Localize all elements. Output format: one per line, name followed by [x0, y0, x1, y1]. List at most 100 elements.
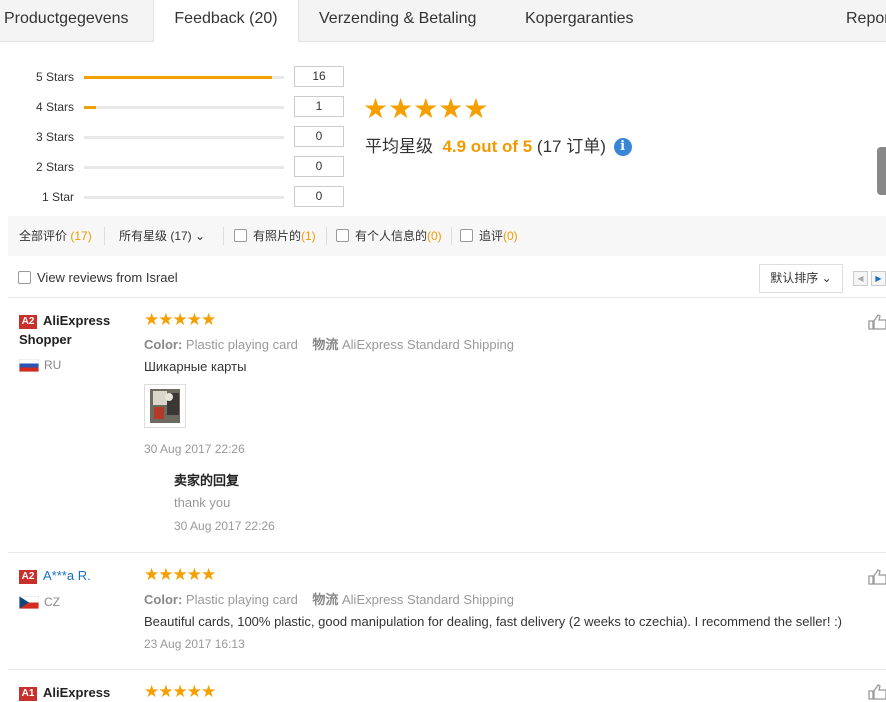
prev-page-button[interactable]: ◀ — [853, 271, 868, 286]
rating-count: 16 — [294, 66, 344, 87]
tab-buyer-protection[interactable]: Kopergaranties — [525, 0, 634, 41]
average-score: 4.9 out of 5 — [442, 137, 533, 156]
rating-label: 1 Star — [41, 190, 74, 204]
rating-count: 0 — [294, 186, 344, 207]
reviewer-country: CZ — [44, 595, 60, 609]
review-date: 23 Aug 2017 16:13 — [144, 637, 245, 651]
shipping-label: 物流 — [312, 337, 339, 352]
color-value: Plastic playing card — [185, 592, 298, 607]
country-filter[interactable]: View reviews from Israel — [18, 270, 178, 285]
color-value: Plastic playing card — [185, 337, 298, 352]
filter-with-photos[interactable]: 有照片的(1) — [234, 216, 316, 256]
color-label: Color: — [144, 337, 183, 352]
tab-report[interactable]: Repor — [846, 0, 886, 41]
review-text: Beautiful cards, 100% plastic, good mani… — [144, 614, 843, 629]
divider — [223, 227, 224, 245]
follow-up-checkbox[interactable] — [460, 229, 473, 242]
country-filter-label: View reviews from Israel — [37, 270, 178, 285]
seller-reply-text: thank you — [174, 495, 231, 510]
rating-bar — [84, 166, 284, 169]
rating-bar — [84, 136, 284, 139]
country-filter-checkbox[interactable] — [18, 271, 31, 284]
reviewer-name-line1: AliExpress — [43, 313, 111, 328]
tab-product-details[interactable]: Productgegevens — [4, 0, 129, 41]
russia-flag-icon — [19, 359, 39, 372]
buyer-level-badge: A1 — [19, 687, 37, 701]
filter-all[interactable]: 全部评价 (17) — [19, 216, 92, 256]
star-filter-dropdown[interactable]: 所有星级 (17) ⌄ — [119, 216, 205, 256]
filter-all-label: 全部评价 — [19, 229, 68, 243]
reviewer-name[interactable]: A2 A***a R. — [19, 566, 91, 585]
info-icon[interactable]: i — [613, 138, 632, 156]
color-label: Color: — [144, 592, 183, 607]
seller-reply-title: 卖家的回复 — [174, 473, 240, 488]
rating-count: 0 — [294, 126, 344, 147]
czech-flag-icon — [19, 596, 39, 609]
follow-up-count: (0) — [503, 229, 518, 243]
thumbs-up-icon[interactable] — [868, 569, 886, 585]
review-stars-icon: ★★★★★ — [144, 310, 216, 329]
filter-all-count: (17) — [70, 229, 92, 243]
average-rating: 平均星级 4.9 out of 5 (17 订单) i — [365, 132, 632, 157]
star-filter-label: 所有星级 (17) — [119, 229, 192, 243]
filter-follow-up[interactable]: 追评(0) — [460, 216, 518, 256]
tab-feedback[interactable]: Feedback (20) — [153, 0, 299, 42]
personal-info-label: 有个人信息的 — [355, 229, 428, 243]
chevron-down-icon: ⌄ — [821, 271, 832, 285]
divider — [8, 297, 886, 298]
personal-info-count: (0) — [427, 229, 442, 243]
reviewer-name: A2 AliExpress Shopper — [19, 311, 110, 349]
review-text: Шикарные карты — [144, 359, 247, 374]
rating-label: 4 Stars — [35, 100, 74, 114]
average-stars-icon: ★★★★★ — [363, 93, 489, 124]
rating-bar-fill — [84, 106, 96, 109]
photos-checkbox[interactable] — [234, 229, 247, 242]
reviewer-name-line1: AliExpress — [43, 685, 111, 700]
reviewer-name-line2: Shopper — [19, 332, 72, 347]
personal-info-checkbox[interactable] — [336, 229, 349, 242]
order-count: (17 订单) — [536, 137, 606, 156]
buyer-level-badge: A2 — [19, 315, 37, 329]
divider — [451, 227, 452, 245]
photos-label: 有照片的 — [253, 229, 302, 243]
reviewer-country: RU — [44, 358, 62, 372]
review-stars-icon: ★★★★★ — [144, 565, 216, 584]
chevron-down-icon: ⌄ — [195, 229, 206, 243]
rating-label: 3 Stars — [35, 130, 74, 144]
divider — [8, 669, 886, 670]
scrollbar-thumb[interactable] — [877, 147, 886, 195]
next-page-button[interactable]: ▶ — [871, 271, 886, 286]
rating-bar — [84, 76, 284, 79]
photos-count: (1) — [301, 229, 316, 243]
shipping-value: AliExpress Standard Shipping — [342, 337, 514, 352]
filter-personal-info[interactable]: 有个人信息的(0) — [336, 216, 442, 256]
review-stars-icon: ★★★★★ — [144, 682, 216, 701]
review-photo[interactable] — [144, 384, 186, 428]
review-meta: Color: Plastic playing card 物流 AliExpres… — [144, 334, 514, 353]
sort-dropdown[interactable]: 默认排序 ⌄ — [759, 264, 843, 293]
tab-bar: Productgegevens Feedback (20) Verzending… — [0, 0, 886, 42]
tab-shipping-payment[interactable]: Verzending & Betaling — [319, 0, 476, 41]
buyer-level-badge: A2 — [19, 570, 37, 584]
rating-label: 5 Stars — [35, 70, 74, 84]
divider — [326, 227, 327, 245]
shipping-label: 物流 — [312, 592, 339, 607]
review-filter-bar: 全部评价 (17) 所有星级 (17) ⌄ 有照片的(1) 有个人信息的(0) … — [8, 216, 886, 256]
review-meta: Color: Plastic playing card 物流 AliExpres… — [144, 589, 514, 608]
photo-thumbnail-icon — [150, 389, 180, 423]
rating-bar-fill — [84, 76, 272, 79]
thumbs-up-icon[interactable] — [868, 314, 886, 330]
reviewer-name: A1 AliExpress — [19, 683, 110, 702]
rating-bar — [84, 196, 284, 199]
thumbs-up-icon[interactable] — [868, 684, 886, 700]
divider — [104, 227, 105, 245]
rating-count: 0 — [294, 156, 344, 177]
rating-bar — [84, 106, 284, 109]
rating-count: 1 — [294, 96, 344, 117]
sort-label: 默认排序 — [770, 271, 819, 285]
seller-reply-date: 30 Aug 2017 22:26 — [174, 519, 275, 533]
rating-label: 2 Stars — [35, 160, 74, 174]
divider — [8, 552, 886, 553]
reviewer-name-line1: A***a R. — [43, 568, 91, 583]
follow-up-label: 追评 — [479, 229, 504, 243]
